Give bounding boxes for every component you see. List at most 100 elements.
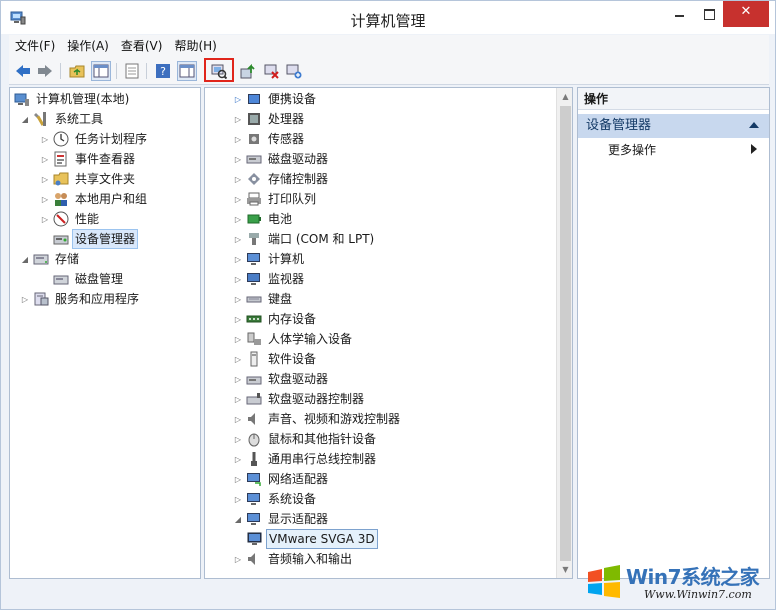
expand-arrow-icon[interactable]: ▷ [233, 334, 243, 344]
tree-item-shared-folders[interactable]: ▷ 共享文件夹 [40, 169, 137, 189]
device-category[interactable]: ◢ 显示适配器 [233, 509, 330, 529]
expand-arrow-icon[interactable]: ▷ [233, 214, 243, 224]
expand-arrow-icon[interactable]: ▷ [233, 254, 243, 264]
expand-arrow-icon[interactable]: ▷ [233, 374, 243, 384]
expand-arrow-icon[interactable]: ▷ [40, 154, 50, 164]
tree-item-root[interactable]: 计算机管理(本地) [14, 89, 131, 109]
device-vmware-svga[interactable]: VMware SVGA 3D [247, 529, 378, 549]
device-category[interactable]: ▷ 传感器 [233, 129, 306, 149]
close-button[interactable]: ✕ [723, 1, 769, 27]
expand-arrow-icon[interactable]: ▷ [40, 134, 50, 144]
expand-arrow-icon[interactable]: ▷ [233, 474, 243, 484]
device-category[interactable]: ▷ 打印队列 [233, 189, 318, 209]
collapse-arrow-icon[interactable]: ◢ [233, 514, 243, 524]
device-category[interactable]: ▷ 声音、视频和游戏控制器 [233, 409, 402, 429]
tree-label: 本地用户和组 [75, 192, 148, 206]
device-category[interactable]: ▷ 人体学输入设备 [233, 329, 354, 349]
scroll-down-arrow-icon[interactable]: ▼ [557, 561, 572, 578]
tree-item-task-scheduler[interactable]: ▷ 任务计划程序 [40, 129, 149, 149]
expand-arrow-icon[interactable]: ▷ [233, 174, 243, 184]
expand-arrow-icon[interactable]: ▷ [40, 194, 50, 204]
expand-arrow-icon[interactable]: ▷ [233, 114, 243, 124]
expand-arrow-icon[interactable]: ▷ [233, 314, 243, 324]
speaker-icon [246, 551, 262, 567]
expand-arrow-icon[interactable]: ▷ [233, 414, 243, 424]
device-label: 监视器 [268, 272, 305, 286]
export-list-icon[interactable] [122, 61, 142, 81]
expand-arrow-icon[interactable]: ▷ [40, 214, 50, 224]
back-arrow-icon[interactable] [13, 61, 33, 81]
update-driver-icon[interactable] [238, 61, 258, 81]
expand-arrow-icon[interactable]: ▷ [233, 434, 243, 444]
expand-arrow-icon[interactable]: ▷ [233, 554, 243, 564]
maximize-button[interactable] [695, 1, 723, 27]
show-action-pane-icon[interactable] [177, 61, 197, 81]
expand-arrow-icon[interactable]: ▷ [233, 274, 243, 284]
device-category[interactable]: ▷ 内存设备 [233, 309, 318, 329]
windows-logo-icon [584, 562, 624, 602]
tree-item-services-apps[interactable]: ▷ 服务和应用程序 [20, 289, 141, 309]
collapse-up-icon[interactable] [749, 122, 759, 128]
expand-arrow-icon[interactable]: ▷ [233, 394, 243, 404]
device-category[interactable]: ▷ 通用串行总线控制器 [233, 449, 378, 469]
device-category-audio-io[interactable]: ▷ 音频输入和输出 [233, 549, 354, 569]
scan-hardware-changes-icon[interactable] [209, 61, 229, 81]
expand-arrow-icon[interactable]: ▷ [233, 194, 243, 204]
device-category[interactable]: ▷ 网络适配器 [233, 469, 330, 489]
collapse-arrow-icon[interactable]: ◢ [20, 254, 30, 264]
device-category[interactable]: ▷ 电池 [233, 209, 294, 229]
forward-arrow-icon[interactable] [35, 61, 55, 81]
storage-controller-icon [246, 171, 262, 187]
minimize-button[interactable] [665, 1, 693, 27]
up-folder-icon[interactable] [67, 61, 87, 81]
menu-action[interactable]: 操作(A) [61, 35, 115, 57]
scroll-thumb[interactable] [560, 106, 571, 561]
expand-arrow-icon[interactable]: ▷ [233, 94, 243, 104]
tree-item-disk-management[interactable]: 磁盘管理 [40, 269, 125, 289]
expand-arrow-icon[interactable]: ▷ [233, 354, 243, 364]
expand-arrow-icon[interactable]: ▷ [233, 234, 243, 244]
device-category[interactable]: ▷ 软盘驱动器控制器 [233, 389, 366, 409]
expand-arrow-icon[interactable]: ▷ [233, 154, 243, 164]
device-category[interactable]: ▷ 鼠标和其他指针设备 [233, 429, 378, 449]
submenu-arrow-icon[interactable] [751, 144, 757, 154]
device-category[interactable]: ▷ 软件设备 [233, 349, 318, 369]
tree-item-performance[interactable]: ▷ 性能 [40, 209, 101, 229]
collapse-arrow-icon[interactable]: ◢ [20, 114, 30, 124]
device-label: 内存设备 [268, 312, 317, 326]
device-category[interactable]: ▷ 磁盘驱动器 [233, 149, 330, 169]
device-category[interactable]: ▷ 监视器 [233, 269, 306, 289]
expand-arrow-icon[interactable]: ▷ [233, 294, 243, 304]
tree-item-event-viewer[interactable]: ▷ 事件查看器 [40, 149, 137, 169]
menu-file[interactable]: 文件(F) [9, 35, 61, 57]
device-category[interactable]: ▷ 系统设备 [233, 489, 318, 509]
expand-arrow-icon[interactable]: ▷ [233, 454, 243, 464]
device-category[interactable]: ▷ 处理器 [233, 109, 306, 129]
actions-section-device-manager[interactable]: 设备管理器 [578, 114, 769, 138]
scroll-up-arrow-icon[interactable]: ▲ [557, 88, 572, 105]
expand-arrow-icon[interactable]: ▷ [20, 294, 30, 304]
menu-help[interactable]: 帮助(H) [168, 35, 222, 57]
tree-item-storage[interactable]: ◢ 存储 [20, 249, 81, 269]
expand-arrow-icon[interactable]: ▷ [233, 134, 243, 144]
tree-label: 系统工具 [55, 112, 104, 126]
tree-item-system-tools[interactable]: ◢ 系统工具 [20, 109, 105, 129]
device-category[interactable]: ▷ 端口 (COM 和 LPT) [233, 229, 376, 249]
help-icon[interactable]: ? [153, 61, 173, 81]
device-category[interactable]: ▷ 便携设备 [233, 89, 318, 109]
device-category[interactable]: ▷ 计算机 [233, 249, 306, 269]
expand-arrow-icon[interactable]: ▷ [40, 174, 50, 184]
expand-arrow-icon[interactable]: ▷ [233, 494, 243, 504]
uninstall-device-icon[interactable] [262, 61, 282, 81]
tree-item-device-manager[interactable]: 设备管理器 [40, 229, 139, 249]
more-actions-item[interactable]: 更多操作 [608, 140, 769, 160]
device-label: 人体学输入设备 [268, 332, 353, 346]
device-category[interactable]: ▷ 键盘 [233, 289, 294, 309]
vertical-scrollbar[interactable]: ▲ ▼ [556, 88, 572, 578]
device-category[interactable]: ▷ 软盘驱动器 [233, 369, 330, 389]
enable-device-icon[interactable] [284, 61, 304, 81]
tree-item-local-users[interactable]: ▷ 本地用户和组 [40, 189, 149, 209]
menu-view[interactable]: 查看(V) [115, 35, 169, 57]
device-category[interactable]: ▷ 存储控制器 [233, 169, 330, 189]
show-tree-icon[interactable] [91, 61, 111, 81]
